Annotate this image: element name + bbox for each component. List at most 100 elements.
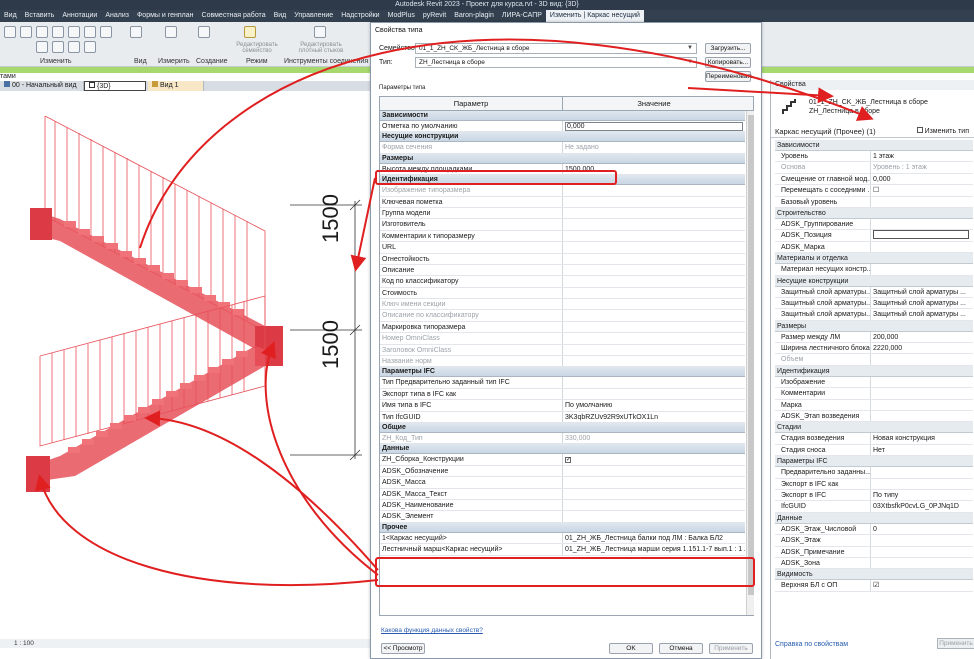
scrollbar-thumb[interactable] — [748, 115, 754, 595]
preview-button[interactable]: << Просмотр — [381, 643, 425, 654]
param-value[interactable] — [563, 389, 745, 399]
cancel-button[interactable]: Отмена — [659, 643, 703, 654]
menu-tab[interactable]: Вид — [0, 10, 21, 22]
prop-value[interactable] — [871, 547, 973, 557]
param-value[interactable] — [563, 477, 745, 487]
param-value[interactable]: 0,000 — [563, 121, 745, 131]
param-row[interactable]: ZH_Код_Тип 330,000 — [380, 432, 745, 445]
prop-row[interactable]: Материал несущих констр... — [775, 264, 973, 276]
prop-group-header[interactable]: Параметры IFC — [775, 456, 973, 468]
prop-value[interactable] — [871, 400, 973, 410]
menu-tab[interactable]: Вид — [270, 10, 291, 22]
param-value[interactable] — [563, 511, 745, 521]
param-row[interactable]: Имя типа в IFC По умолчанию — [380, 400, 745, 412]
param-value[interactable]: 3K3qbRZUv92R9xUTkOX1Ln — [563, 412, 745, 422]
menu-tab[interactable]: Изменить | Каркас несущий — [545, 10, 644, 22]
tab-view-1[interactable]: Вид 1 — [148, 81, 204, 91]
prop-row[interactable]: Размер между ЛМ 200,000 — [775, 331, 973, 344]
apply-button[interactable]: Применить — [709, 643, 753, 654]
prop-row[interactable]: ADSK_Зона — [775, 557, 973, 570]
param-value[interactable] — [563, 356, 745, 366]
edit-type-button[interactable]: Изменить тип — [916, 126, 969, 138]
view-scale[interactable]: 1 : 100 — [0, 639, 370, 648]
prop-row[interactable]: ADSK_Позиция — [775, 230, 973, 242]
param-row[interactable]: Изготовитель — [380, 219, 745, 231]
prop-group-header[interactable]: Видимость — [775, 569, 973, 581]
param-row[interactable]: Экспорт типа в IFC как — [380, 388, 745, 401]
param-value[interactable] — [563, 219, 745, 229]
mirror-icon[interactable] — [68, 26, 80, 38]
param-value[interactable] — [563, 489, 745, 499]
prop-row[interactable]: Экспорт в IFC По типу — [775, 489, 973, 502]
param-row[interactable]: Название норм — [380, 356, 745, 368]
properties-apply-button[interactable]: Применить — [937, 638, 974, 649]
prop-group-header[interactable]: Идентификация — [775, 365, 973, 377]
prop-group-header[interactable]: Стадии — [775, 422, 973, 434]
param-row[interactable]: ADSK_Элемент — [380, 511, 745, 523]
prop-row[interactable]: Перемещать с соседними ... ☐ — [775, 185, 973, 197]
properties-help-link[interactable]: Справка по свойствам — [775, 641, 848, 648]
param-row[interactable]: Ключ имени секции — [380, 299, 745, 311]
param-value[interactable]: 01_ZH_ЖБ_Лестница марши серия 1.151.1-7 … — [563, 544, 745, 554]
tab-initial-view[interactable]: 00 - Начальный вид — [0, 81, 84, 91]
menu-tab[interactable]: Совместная работа — [198, 10, 270, 22]
prop-row[interactable]: Комментарии — [775, 388, 973, 400]
param-value[interactable] — [563, 288, 745, 298]
rename-button[interactable]: Переименовать... — [705, 71, 759, 82]
prop-group-header[interactable]: Несущие конструкции — [775, 275, 973, 287]
tab-3d[interactable]: {3D} — [84, 81, 146, 91]
prop-value[interactable]: 1 этаж — [871, 151, 973, 161]
prop-row[interactable]: Защитный слой арматуры... Защитный слой а… — [775, 297, 973, 310]
menu-tab[interactable]: Надстройки — [337, 10, 383, 22]
prop-value[interactable]: Новая конструкция — [871, 433, 973, 443]
prop-value[interactable] — [871, 197, 973, 207]
param-row[interactable]: ADSK_Наименование — [380, 499, 745, 512]
prop-row[interactable]: Объем — [775, 354, 973, 366]
param-value[interactable] — [563, 185, 745, 195]
param-row[interactable]: Тип Предварительно заданный тип IFC — [380, 377, 745, 389]
param-row[interactable]: Тип IfcGUID 3K3qbRZUv92R9xUTkOX1Ln — [380, 411, 745, 423]
prop-row[interactable]: Экспорт в IFC как — [775, 478, 973, 490]
prop-row[interactable]: Верхняя БЛ с ОП ☑ — [775, 580, 973, 592]
param-group-header[interactable]: Размеры — [380, 153, 745, 164]
param-value[interactable] — [563, 276, 745, 286]
param-group-header[interactable]: Прочее — [380, 522, 745, 533]
rotate-icon[interactable] — [36, 41, 48, 53]
drawing-canvas[interactable]: 1500 1500 — [0, 91, 370, 637]
edit-joint-button[interactable]: Редактировать плотный стыков — [296, 42, 346, 54]
menu-tab[interactable]: Формы и генплан — [133, 10, 198, 22]
param-value[interactable] — [563, 322, 745, 332]
param-value[interactable]: 01_ZH_ЖБ_Лестница балки под ЛМ : Балка Б… — [563, 533, 745, 543]
help-link[interactable]: Какова функция данных свойств? — [381, 627, 483, 634]
prop-value[interactable]: 200,000 — [871, 332, 973, 342]
param-value[interactable]: Не задано — [563, 142, 745, 152]
type-select[interactable]: ZH_Лестница в сборе ▼ — [415, 57, 697, 68]
param-group-header[interactable]: Параметры IFC — [380, 367, 745, 378]
prop-value[interactable] — [871, 388, 973, 398]
prop-row[interactable]: ADSK_Примечание — [775, 546, 973, 558]
edit-family-button[interactable]: Редактировать семейство — [232, 42, 282, 54]
prop-value[interactable]: Уровень : 1 этаж — [871, 162, 973, 172]
param-row[interactable]: URL — [380, 242, 745, 254]
param-row[interactable]: 1<Каркас несущий> 01_ZH_ЖБ_Лестница балки… — [380, 532, 745, 545]
prop-row[interactable]: IfcGUID 03XtbsfkP0cvLG_0PJNq1D — [775, 501, 973, 513]
param-value[interactable] — [563, 333, 745, 343]
param-value[interactable] — [563, 242, 745, 252]
prop-value[interactable]: 2220,000 — [871, 343, 973, 353]
param-row[interactable]: ADSK_Масса — [380, 477, 745, 489]
type-selector[interactable]: 01_1_ZH_CK_ЖБ_Лестница в сборе ZH_Лестни… — [771, 92, 974, 122]
array-icon[interactable] — [84, 41, 96, 53]
measure-icon[interactable] — [165, 26, 177, 38]
prop-group-header[interactable]: Материалы и отделка — [775, 253, 973, 265]
param-value[interactable] — [563, 197, 745, 207]
prop-value[interactable]: 0,000 — [871, 174, 973, 184]
prop-row[interactable]: Изображение — [775, 376, 973, 389]
load-button[interactable]: Загрузить... — [705, 43, 751, 54]
prop-value[interactable] — [871, 558, 973, 568]
prop-row[interactable]: ADSK_Этаж_Числовой 0 — [775, 523, 973, 536]
element-filter[interactable]: Каркас несущий (Прочее) (1) Изменить тип — [771, 126, 974, 138]
menu-tab[interactable]: ModPlus — [384, 10, 419, 22]
align-icon[interactable] — [36, 26, 48, 38]
ok-button[interactable]: OK — [609, 643, 653, 654]
menu-tab[interactable]: Baron-plagin — [450, 10, 498, 22]
